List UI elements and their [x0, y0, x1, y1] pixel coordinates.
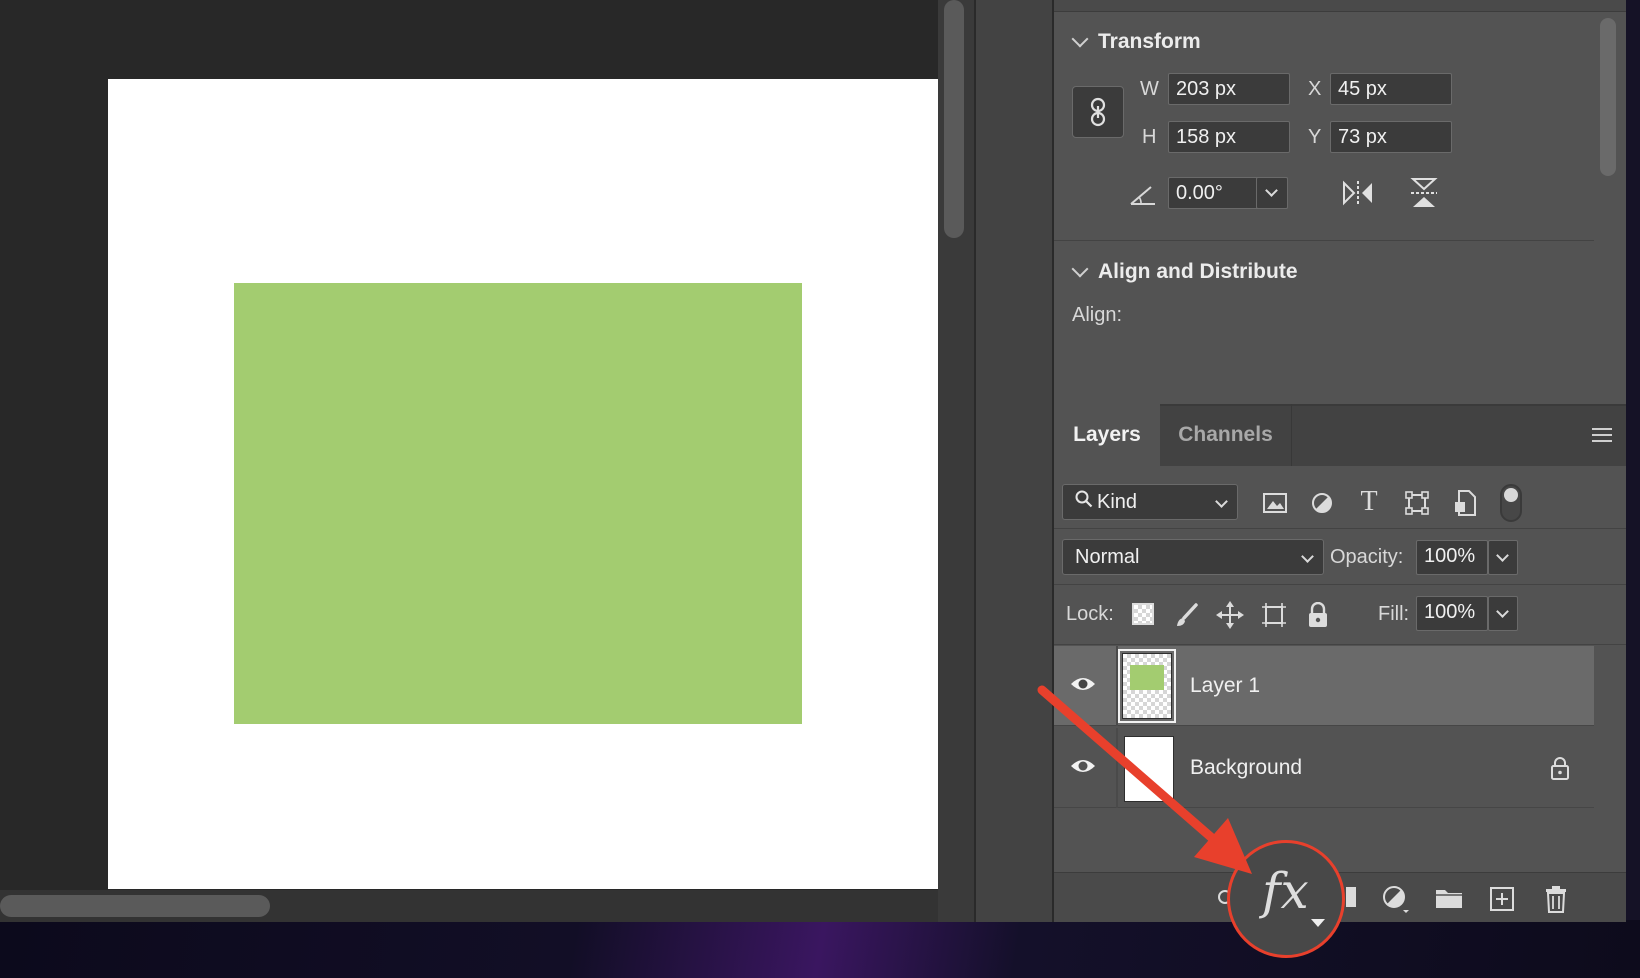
blend-mode-value: Normal [1075, 546, 1140, 568]
layer-name[interactable]: Background [1190, 756, 1302, 780]
adjustment-layer-filter-icon[interactable] [1307, 488, 1337, 518]
tab-channels[interactable]: Channels [1160, 404, 1292, 466]
chevron-down-icon [1301, 550, 1314, 563]
horizontal-scrollbar-thumb[interactable] [0, 895, 270, 917]
thumbnail-green-shape [1130, 665, 1164, 690]
align-section-title[interactable]: Align and Distribute [1098, 260, 1298, 284]
height-field[interactable]: 158 px [1168, 121, 1290, 153]
align-label: Align: [1072, 304, 1123, 326]
layers-divider [1054, 644, 1626, 645]
layers-divider [1054, 584, 1626, 585]
fx-dropdown-caret-icon [1311, 919, 1325, 927]
flip-horizontal-icon[interactable] [1340, 178, 1376, 208]
link-proportions-button[interactable] [1072, 86, 1124, 138]
fill-dropdown-button[interactable] [1488, 596, 1518, 631]
lock-all-icon[interactable] [1304, 600, 1332, 630]
layer-divider [1116, 646, 1118, 726]
chevron-down-icon [1496, 605, 1509, 618]
opacity-label: Opacity: [1330, 546, 1404, 568]
angle-icon [1128, 180, 1158, 210]
y-position-field[interactable]: 73 px [1330, 121, 1452, 153]
new-layer-icon[interactable] [1487, 884, 1517, 914]
new-group-folder-icon[interactable] [1433, 884, 1465, 912]
rotation-dropdown-button[interactable] [1256, 177, 1288, 209]
fill-field[interactable]: 100% [1416, 596, 1488, 631]
delete-layer-trash-icon[interactable] [1541, 883, 1571, 915]
filter-toggle-switch[interactable] [1500, 484, 1522, 522]
chevron-down-icon [1265, 184, 1278, 197]
layer-row-layer-1[interactable]: Layer 1 [1054, 646, 1594, 726]
x-position-field[interactable]: 45 px [1330, 73, 1452, 105]
opacity-field[interactable]: 100% [1416, 540, 1488, 575]
properties-header-strip [1054, 0, 1626, 12]
properties-scrollbar-thumb[interactable] [1600, 18, 1616, 176]
layer-row-background[interactable]: Background [1054, 728, 1594, 808]
lock-label: Lock: [1066, 603, 1114, 625]
lock-position-icon[interactable] [1214, 599, 1246, 631]
height-label: H [1142, 126, 1157, 148]
adjustment-layer-icon[interactable] [1380, 883, 1412, 915]
fill-label: Fill: [1378, 603, 1410, 625]
width-label: W [1140, 78, 1159, 100]
vertical-scrollbar-thumb[interactable] [944, 0, 964, 238]
opacity-dropdown-button[interactable] [1488, 540, 1518, 575]
tab-layers[interactable]: Layers [1054, 404, 1160, 466]
layer-locked-icon[interactable] [1548, 754, 1572, 782]
y-label: Y [1308, 126, 1322, 148]
section-divider [1054, 240, 1594, 241]
lock-transparent-pixels-icon[interactable] [1132, 603, 1154, 625]
width-field[interactable]: 203 px [1168, 73, 1290, 105]
background-thumbnail[interactable] [1124, 736, 1174, 802]
layer-name[interactable]: Layer 1 [1190, 674, 1260, 698]
chain-link-icon [1090, 97, 1106, 127]
transform-section-title[interactable]: Transform [1098, 30, 1201, 54]
document-canvas[interactable] [108, 79, 938, 889]
filter-kind-label: Kind [1097, 491, 1138, 513]
search-icon [1075, 490, 1097, 514]
panel-menu-icon[interactable] [1592, 428, 1612, 442]
eye-visibility-icon[interactable] [1068, 672, 1098, 696]
pixel-layer-filter-icon[interactable] [1260, 488, 1290, 518]
chevron-down-icon [1496, 549, 1509, 562]
layer-filter-kind-dropdown[interactable]: Kind [1062, 484, 1238, 520]
x-label: X [1308, 78, 1322, 100]
smart-object-filter-icon[interactable] [1450, 488, 1480, 518]
layer-1-thumbnail[interactable] [1118, 649, 1176, 723]
eye-visibility-icon[interactable] [1068, 754, 1098, 778]
panel-dock-strip [974, 0, 1054, 922]
blend-mode-dropdown[interactable]: Normal [1062, 539, 1324, 575]
lock-artboard-icon[interactable] [1258, 600, 1290, 630]
layers-divider [1054, 528, 1626, 529]
lock-image-pixels-icon[interactable] [1172, 600, 1202, 630]
green-rectangle-shape[interactable] [234, 283, 802, 724]
fx-icon: fx [1262, 862, 1309, 920]
toggle-knob [1504, 488, 1518, 502]
layer-divider [1116, 728, 1118, 808]
type-layer-filter-icon[interactable]: T [1354, 486, 1384, 518]
flip-vertical-icon[interactable] [1408, 176, 1440, 210]
shape-layer-filter-icon[interactable] [1402, 488, 1432, 518]
desktop-wallpaper [0, 920, 1640, 978]
chevron-down-icon [1215, 495, 1228, 508]
